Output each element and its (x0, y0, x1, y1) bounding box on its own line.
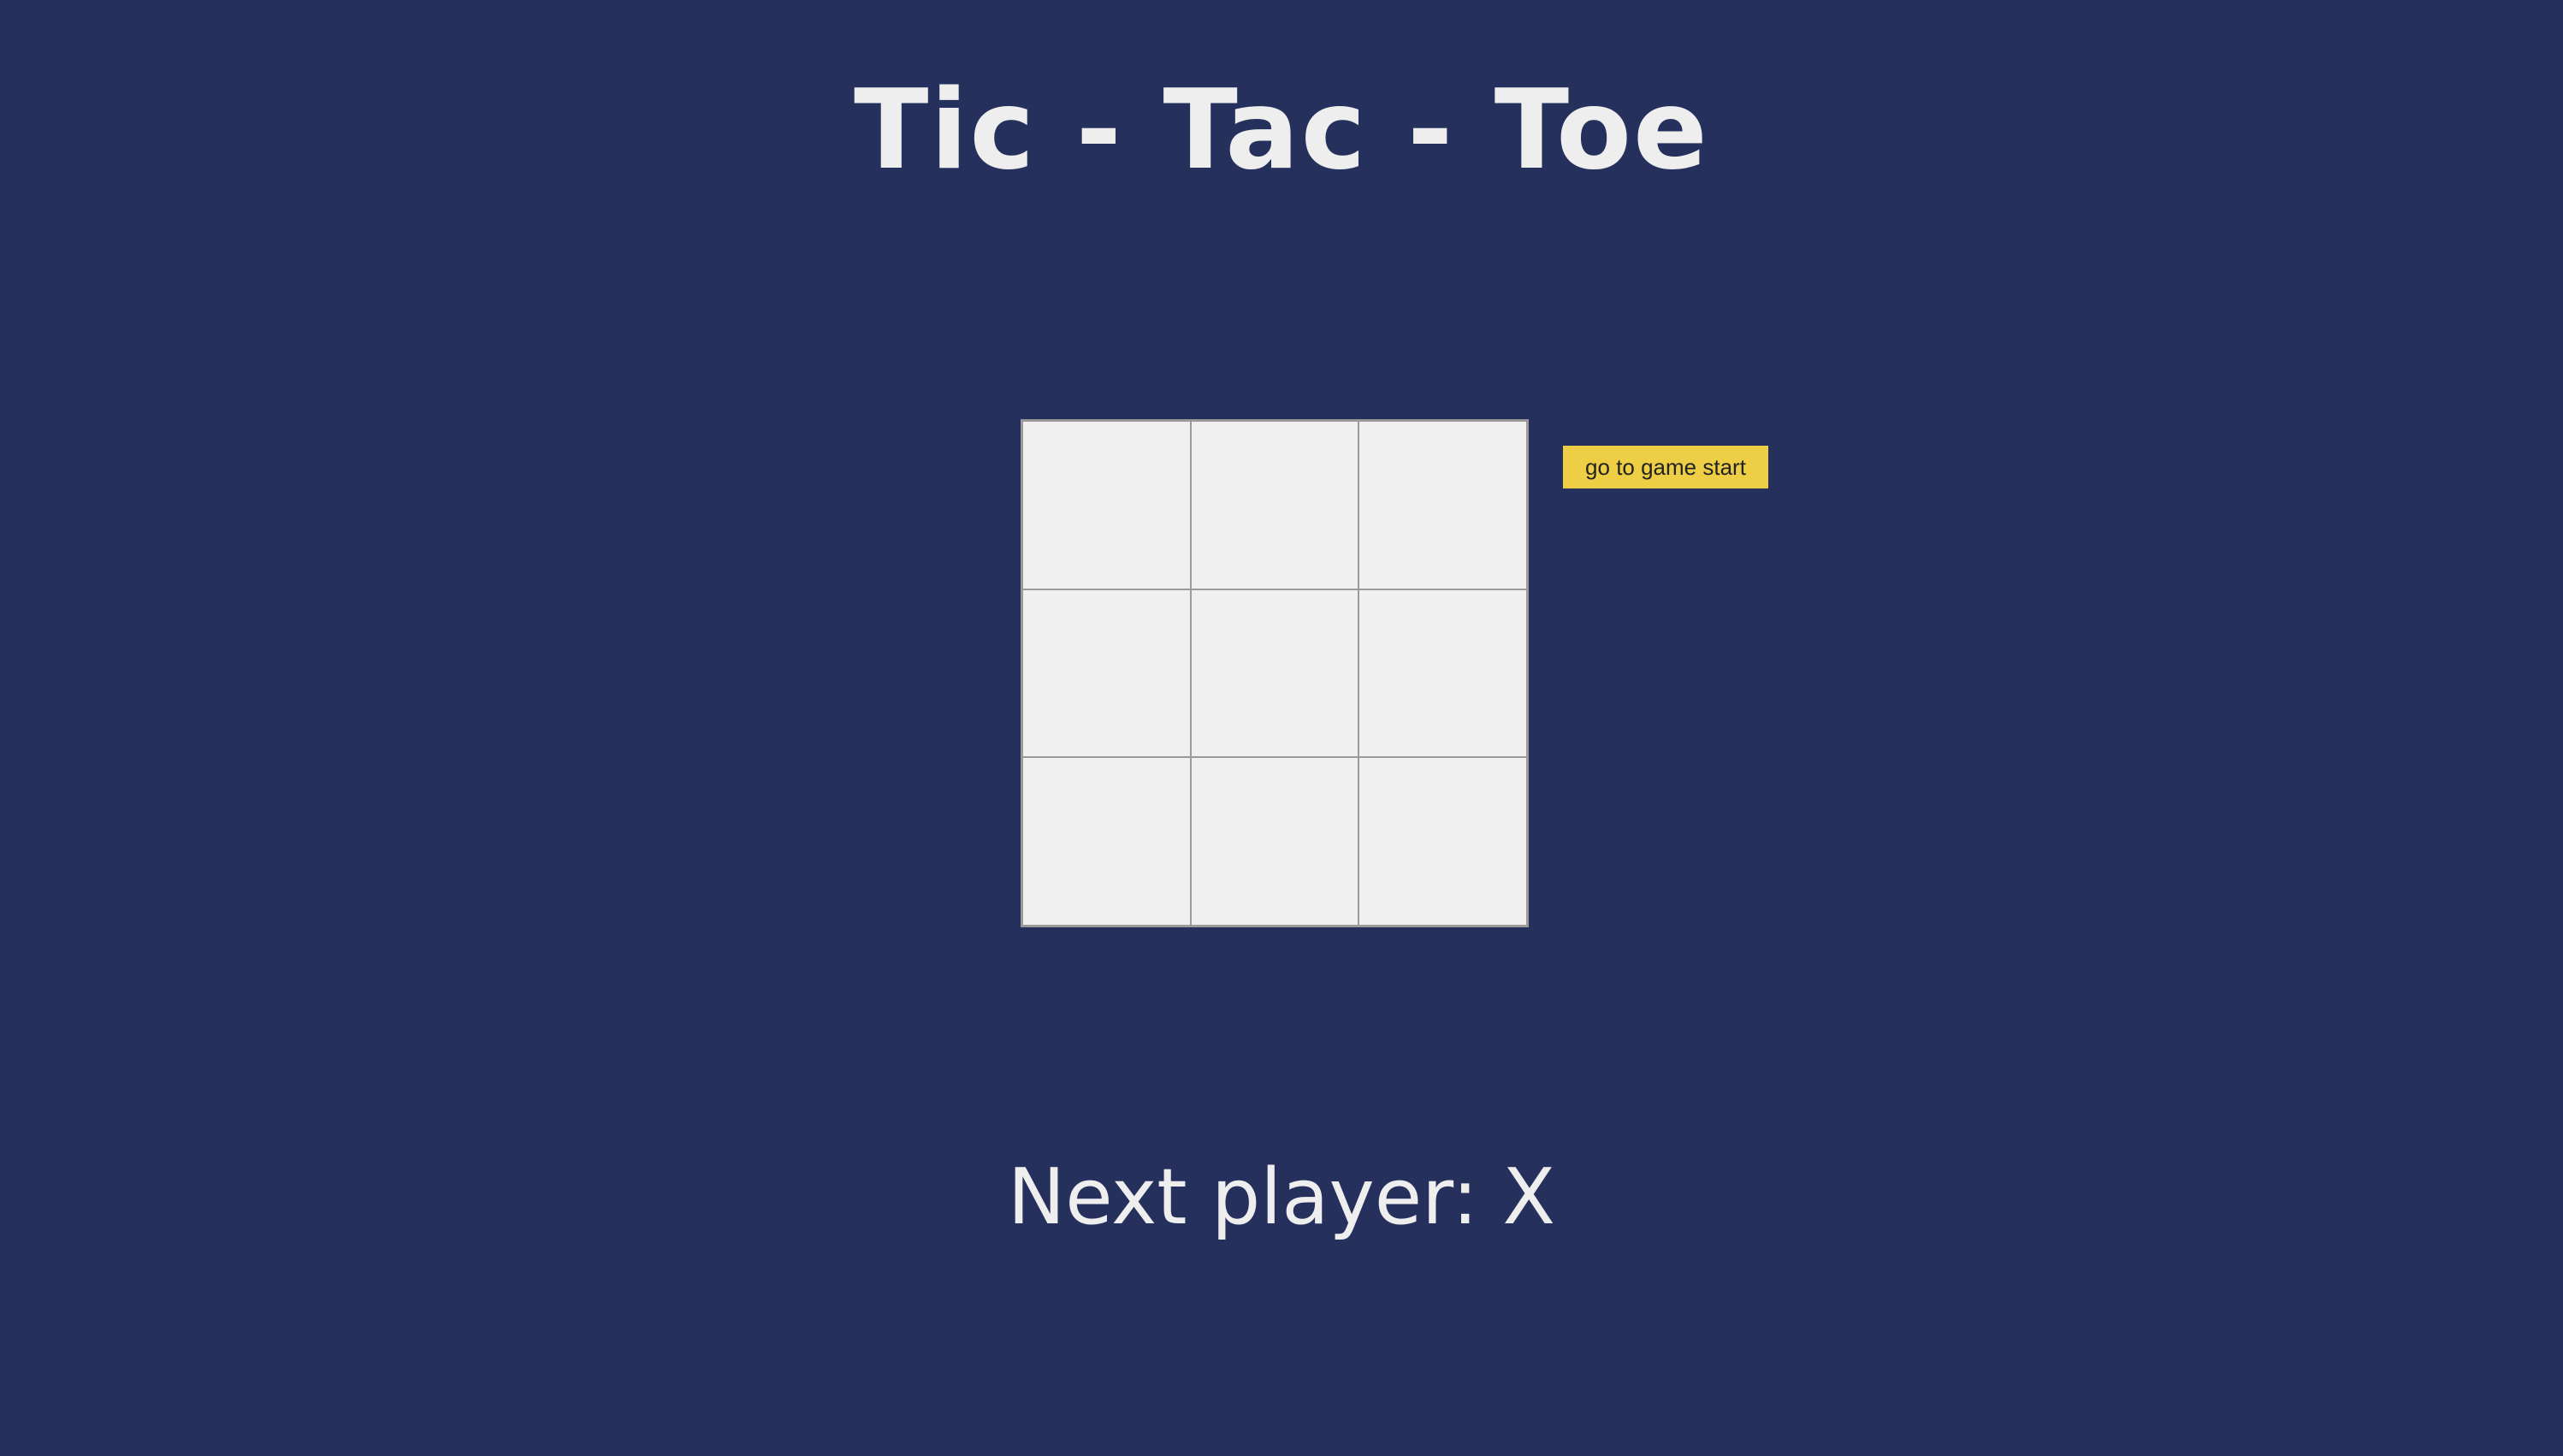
board-square-4[interactable] (1022, 589, 1191, 758)
board-square-2[interactable] (1190, 421, 1359, 589)
board-square-3[interactable] (1358, 421, 1527, 589)
go-to-game-start-button[interactable]: go to game start (1563, 446, 1768, 488)
game-board (1021, 419, 1529, 927)
board-square-7[interactable] (1022, 757, 1191, 926)
game-title: Tic - Tac - Toe (854, 67, 1709, 194)
board-square-8[interactable] (1190, 757, 1359, 926)
board-square-6[interactable] (1358, 589, 1527, 758)
board-square-9[interactable] (1358, 757, 1527, 926)
board-square-5[interactable] (1190, 589, 1359, 758)
next-player-status: Next player: X (1007, 1152, 1556, 1242)
board-square-1[interactable] (1022, 421, 1191, 589)
